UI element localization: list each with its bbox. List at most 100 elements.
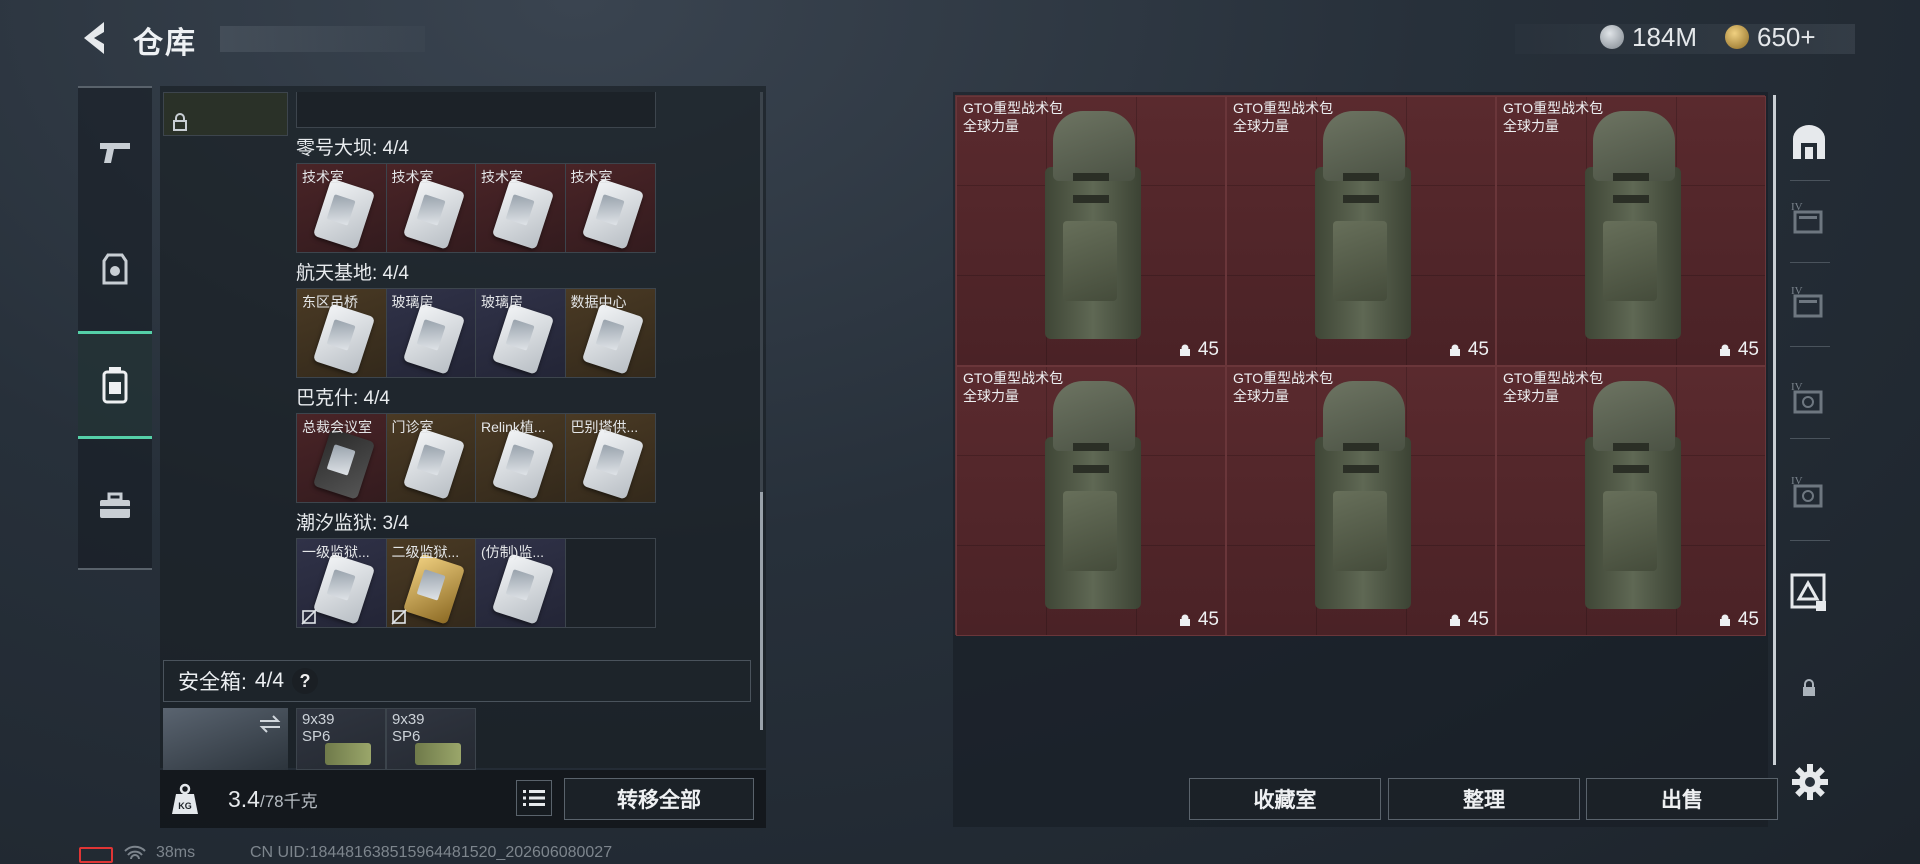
- item-capacity: 45: [1718, 609, 1759, 631]
- item-capacity: 45: [1178, 339, 1219, 361]
- safe-box-container[interactable]: [163, 708, 288, 770]
- keycard-slot[interactable]: 技术室: [476, 164, 566, 252]
- keycard-slot[interactable]: 数据中心: [565, 289, 655, 377]
- keycard-slot[interactable]: 门诊室: [386, 414, 476, 502]
- partial-keycard-row: [296, 92, 656, 128]
- side-divider: [1790, 262, 1830, 263]
- back-arrow-icon: [84, 22, 104, 54]
- section-title: 巴克什: 4/4: [296, 388, 390, 409]
- backpack-image: [1039, 381, 1147, 621]
- capacity-icon: [1179, 344, 1190, 356]
- item-name: GTO重型战术包: [963, 370, 1064, 386]
- backpack-item[interactable]: GTO重型战术包 全球力量 45: [956, 96, 1226, 366]
- keycard-slot[interactable]: Relink植...: [476, 414, 566, 502]
- weight-max: /78千克: [259, 792, 318, 811]
- sell-button[interactable]: 出售: [1586, 778, 1778, 820]
- capacity-icon: [1719, 344, 1730, 356]
- safe-box-count: 4/4: [254, 669, 285, 692]
- keycard-label: 总裁会议室: [302, 419, 372, 435]
- backpack-image: [1579, 381, 1687, 621]
- section-title: 零号大坝: 4/4: [296, 138, 409, 159]
- storage-tab-selected[interactable]: [1782, 560, 1836, 624]
- keycard-image: [581, 303, 644, 375]
- backpack-item[interactable]: GTO重型战术包 全球力量 45: [956, 366, 1226, 636]
- storage-tab-main[interactable]: [1782, 110, 1836, 174]
- backpack-image: [1579, 111, 1687, 351]
- backpack-item[interactable]: GTO重型战术包 全球力量 45: [1226, 366, 1496, 636]
- keycard-label: 一级监狱...: [302, 544, 370, 560]
- keycard-row: 总裁会议室 门诊室 Relink植... 巴别塔供...: [296, 413, 656, 503]
- keycard-label: 二级监狱...: [391, 544, 460, 560]
- help-button[interactable]: ?: [292, 668, 319, 694]
- safe-box-header: 安全箱: 4/4 ?: [163, 660, 751, 702]
- item-subtitle: 全球力量: [1503, 388, 1559, 404]
- storage-tab-4b[interactable]: IV: [1782, 270, 1836, 334]
- back-button[interactable]: [78, 18, 112, 58]
- category-backpack[interactable]: [78, 331, 152, 439]
- backpack-image: [1039, 111, 1147, 351]
- keycard-slot[interactable]: 巴别塔供...: [565, 414, 655, 502]
- side-divider: [1790, 180, 1830, 181]
- backpack-item[interactable]: GTO重型战术包 全球力量 45: [1496, 366, 1766, 636]
- keycard-label: Relink植...: [481, 419, 546, 435]
- settings-gear-icon[interactable]: [1790, 762, 1830, 802]
- category-divider: [78, 86, 152, 88]
- keycard-slot[interactable]: 技术室: [565, 164, 655, 252]
- storage-tab-4a[interactable]: IV: [1782, 186, 1836, 250]
- locked-storage-tab[interactable]: [1782, 656, 1836, 720]
- keycard-slot[interactable]: 技术室: [386, 164, 476, 252]
- right-scrollbar[interactable]: [1773, 95, 1776, 765]
- partial-item-slot[interactable]: [163, 92, 288, 136]
- keycard-slot[interactable]: 玻璃房: [386, 289, 476, 377]
- capacity-icon: [1179, 614, 1190, 626]
- ammo-slot[interactable]: 9x39 SP6: [296, 708, 386, 770]
- category-equipment[interactable]: [78, 216, 152, 324]
- left-scrollbar-thumb[interactable]: [760, 492, 763, 730]
- keycard-slot[interactable]: 玻璃房: [476, 289, 566, 377]
- category-weapons[interactable]: [78, 98, 152, 206]
- vault-icon: [1793, 125, 1825, 159]
- keycard-label: 技术室: [570, 169, 613, 185]
- capacity-icon: [1449, 344, 1460, 356]
- organize-button[interactable]: 整理: [1388, 778, 1580, 820]
- keycard-image: [402, 428, 465, 500]
- keycard-label: 玻璃房: [481, 294, 523, 310]
- keycard-image: [581, 428, 644, 500]
- keycard-slot[interactable]: 二级监狱...: [386, 539, 476, 627]
- keycard-slot[interactable]: 东区吊桥: [297, 289, 387, 377]
- safe-storage-icon: IV: [1791, 381, 1823, 414]
- currency-premium[interactable]: 650+: [1725, 22, 1816, 52]
- keycard-slot[interactable]: 一级监狱...: [297, 539, 387, 627]
- capacity-value: 45: [1737, 339, 1759, 360]
- keycard-label: 东区吊桥: [302, 294, 358, 310]
- keycard-image: [402, 303, 465, 375]
- pistol-icon: [100, 143, 130, 163]
- storage-tab-4d[interactable]: IV: [1782, 460, 1836, 524]
- empty-keycard-slot[interactable]: [565, 539, 655, 627]
- list-view-button[interactable]: [516, 780, 552, 816]
- backpack-item[interactable]: GTO重型战术包 全球力量 45: [1496, 96, 1766, 366]
- keycard-slot[interactable]: 技术室: [297, 164, 387, 252]
- capacity-value: 45: [1197, 339, 1219, 360]
- keycard-slot[interactable]: (仿制)监...: [476, 539, 566, 627]
- category-divider: [78, 568, 152, 570]
- category-toolbox[interactable]: [78, 452, 152, 560]
- keycard-image: [312, 553, 376, 625]
- item-subtitle: 全球力量: [1233, 388, 1289, 404]
- backpack-item[interactable]: GTO重型战术包 全球力量 45: [1226, 96, 1496, 366]
- ammo-slot[interactable]: 9x39 SP6: [386, 708, 476, 770]
- storage-box-icon: IV: [1791, 285, 1823, 318]
- keycard-label: 玻璃房: [391, 294, 434, 310]
- transfer-all-button[interactable]: 转移全部: [564, 778, 754, 820]
- keycard-slot[interactable]: 总裁会议室: [297, 414, 387, 502]
- storage-tab-4c[interactable]: IV: [1782, 366, 1836, 430]
- item-subtitle: 全球力量: [963, 118, 1019, 134]
- capacity-icon: [1719, 614, 1730, 626]
- keycard-label: 门诊室: [391, 419, 434, 435]
- collection-room-button[interactable]: 收藏室: [1189, 778, 1381, 820]
- backpack-image: [1309, 111, 1417, 351]
- keycard-image: [491, 178, 555, 250]
- keycard-label: 技术室: [391, 169, 434, 185]
- keycard-image: [581, 178, 644, 250]
- item-capacity: 45: [1718, 339, 1759, 361]
